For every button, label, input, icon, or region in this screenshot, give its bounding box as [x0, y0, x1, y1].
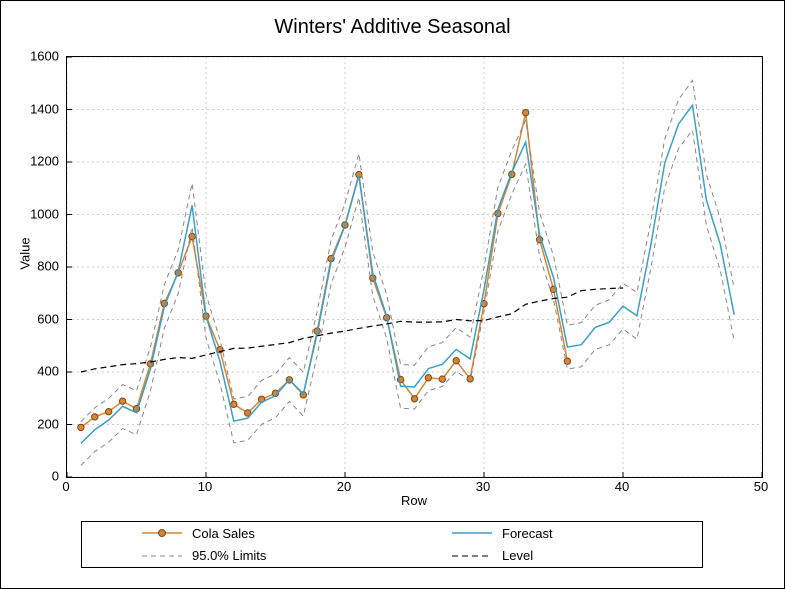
- x-tick-label: 50: [754, 479, 768, 494]
- legend-label: Cola Sales: [192, 526, 255, 541]
- y-tick-label: 800: [19, 259, 59, 274]
- legend: Cola Sales Forecast 95.0% Limits Leve: [81, 521, 703, 568]
- x-tick-label: 10: [198, 479, 212, 494]
- legend-item-limits: 95.0% Limits: [82, 545, 392, 567]
- x-tick-label: 30: [476, 479, 490, 494]
- legend-label: 95.0% Limits: [192, 548, 266, 563]
- y-tick-label: 200: [19, 416, 59, 431]
- legend-label: Level: [502, 548, 533, 563]
- legend-item-forecast: Forecast: [392, 522, 702, 544]
- y-tick-label: 400: [19, 364, 59, 379]
- legend-item-level: Level: [392, 545, 702, 567]
- y-tick-label: 1400: [19, 101, 59, 116]
- y-tick-label: 1600: [19, 49, 59, 64]
- plot-svg: [67, 57, 762, 477]
- legend-item-cola: Cola Sales: [82, 522, 392, 544]
- chart-panel: Winters' Additive Seasonal Value Row 020…: [0, 0, 785, 589]
- x-tick-label: 0: [62, 479, 69, 494]
- legend-label: Forecast: [502, 526, 553, 541]
- chart-title: Winters' Additive Seasonal: [1, 1, 784, 39]
- y-tick-label: 0: [19, 469, 59, 484]
- x-tick-label: 20: [337, 479, 351, 494]
- x-axis-label: Row: [401, 493, 427, 508]
- plot-area: [66, 56, 763, 478]
- y-tick-label: 1000: [19, 206, 59, 221]
- y-tick-label: 1200: [19, 154, 59, 169]
- y-tick-label: 600: [19, 311, 59, 326]
- x-tick-label: 40: [615, 479, 629, 494]
